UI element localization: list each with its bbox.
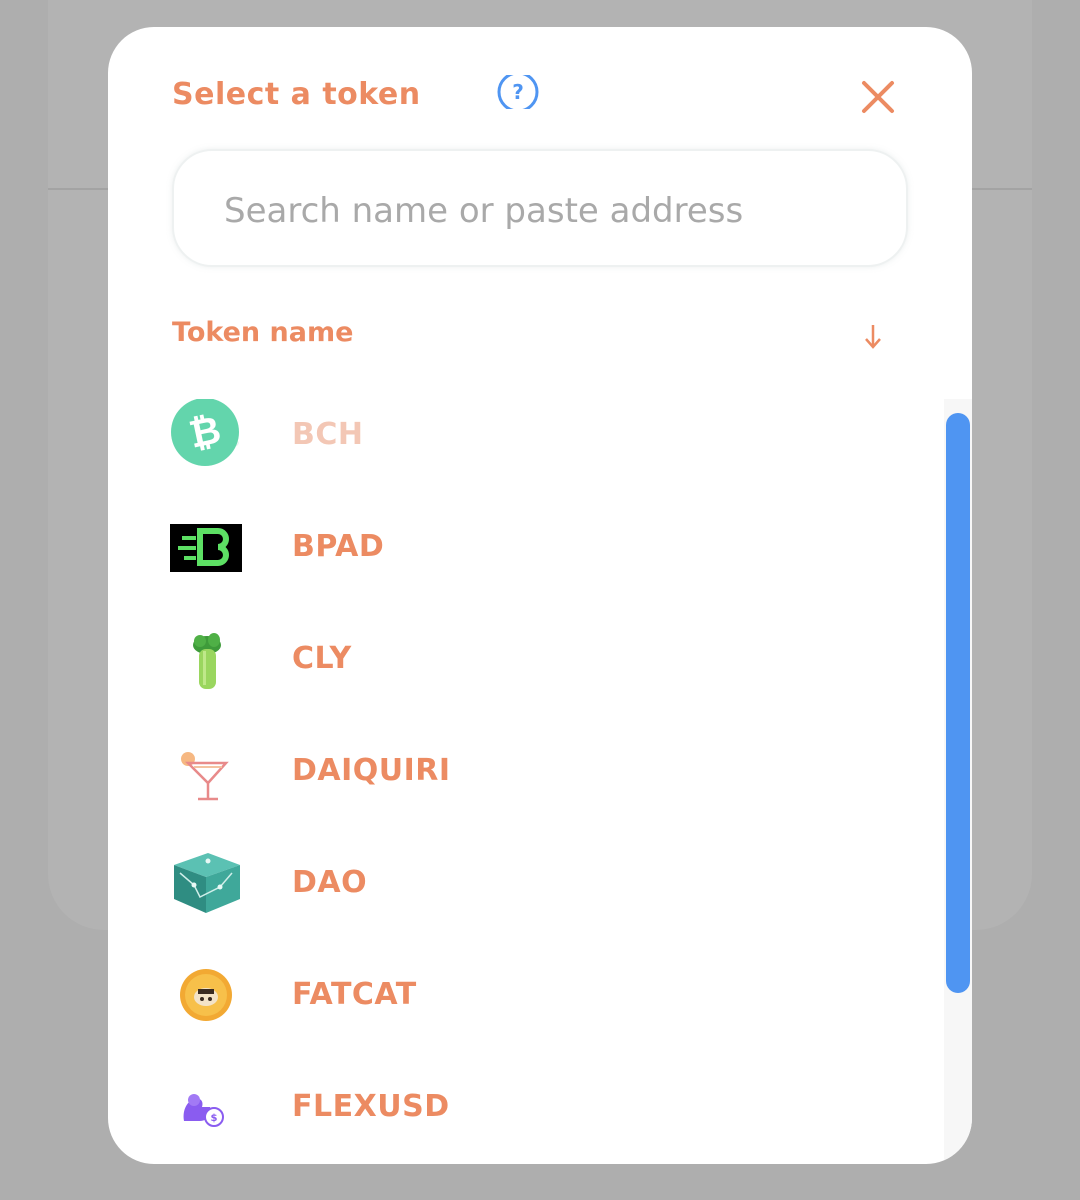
dao-cube-icon [174, 853, 240, 913]
svg-text:?: ? [512, 80, 524, 104]
sort-arrow-down-icon[interactable] [860, 321, 886, 351]
token-symbol: DAIQUIRI [292, 753, 451, 788]
token-select-modal: Select a token ? Token name ₿ BCH [108, 27, 972, 1164]
question-help-icon[interactable]: ? [495, 75, 541, 109]
token-row-bch[interactable]: ₿ BCH [108, 379, 944, 491]
bpad-icon [170, 524, 242, 572]
token-row-fatcat[interactable]: FATCAT [108, 939, 944, 1051]
token-symbol: FLEXUSD [292, 1089, 450, 1124]
token-list: ₿ BCH BPAD CLY DAIQUIRI DAO FATCAT $ FLE… [108, 379, 944, 1163]
fatcat-coin-icon [180, 969, 232, 1021]
bitcoin-cash-icon: ₿ [171, 399, 239, 466]
search-input[interactable] [222, 185, 866, 237]
svg-text:$: $ [211, 1113, 218, 1124]
token-symbol: BPAD [292, 529, 385, 564]
token-symbol: DAO [292, 865, 368, 900]
token-row-bpad[interactable]: BPAD [108, 491, 944, 603]
celery-icon [193, 633, 221, 689]
close-icon[interactable] [858, 77, 898, 117]
search-field [172, 149, 908, 267]
scrollbar-thumb[interactable] [946, 413, 970, 993]
token-symbol: BCH [292, 417, 364, 452]
token-row-dao[interactable]: DAO [108, 827, 944, 939]
cocktail-icon [181, 752, 229, 801]
token-row-flexusd[interactable]: $ FLEXUSD [108, 1051, 944, 1163]
modal-title: Select a token [172, 77, 421, 112]
token-name-header: Token name [172, 317, 354, 348]
flexusd-icon: $ [183, 1094, 224, 1127]
token-symbol: FATCAT [292, 977, 417, 1012]
token-row-cly[interactable]: CLY [108, 603, 944, 715]
token-symbol: CLY [292, 641, 352, 676]
token-row-daiquiri[interactable]: DAIQUIRI [108, 715, 944, 827]
